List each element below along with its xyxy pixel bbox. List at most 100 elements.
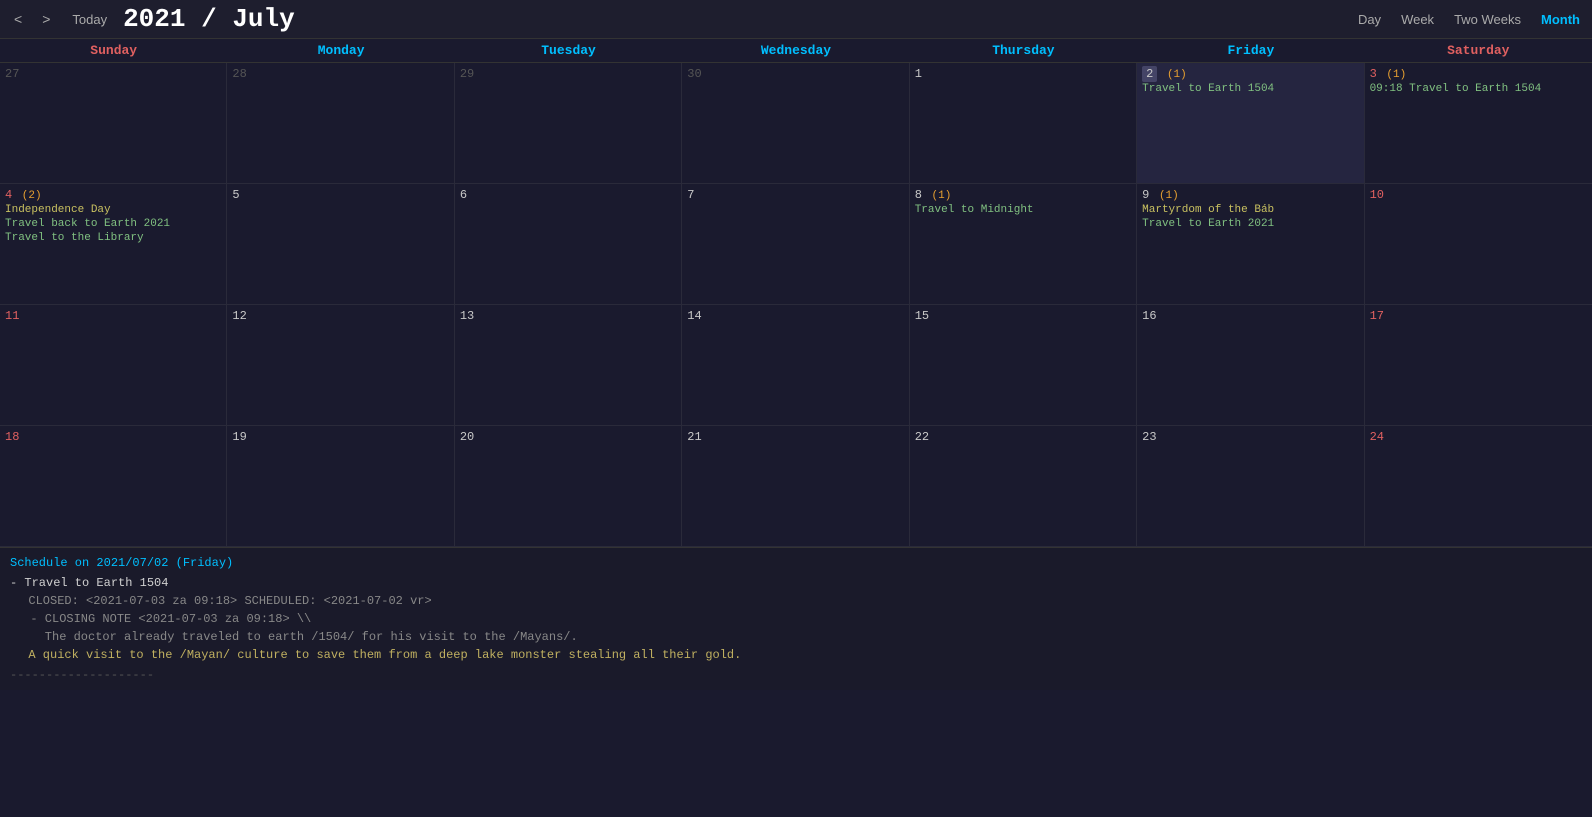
day-headers: Sunday Monday Tuesday Wednesday Thursday… xyxy=(0,39,1592,63)
day-num: 30 xyxy=(687,67,701,81)
event-travel-earth-1504-fri[interactable]: Travel to Earth 1504 xyxy=(1142,83,1358,95)
day-num: 11 xyxy=(5,309,19,323)
day-num: 14 xyxy=(687,309,701,323)
header-tuesday: Tuesday xyxy=(455,39,682,62)
event-travel-back-earth-2021[interactable]: Travel back to Earth 2021 xyxy=(5,218,221,230)
day-cell-jul10[interactable]: 10 xyxy=(1365,184,1592,304)
day-cell-jun30[interactable]: 30 xyxy=(682,63,909,183)
badi-num: (1) xyxy=(1152,190,1178,202)
title-separator: / xyxy=(186,4,233,34)
day-cell-jun28[interactable]: 28 xyxy=(227,63,454,183)
day-cell-jul14[interactable]: 14 xyxy=(682,305,909,425)
day-num: 16 xyxy=(1142,309,1156,323)
day-cell-jul20[interactable]: 20 xyxy=(455,426,682,546)
week-row-4: 18 19 20 21 22 23 24 xyxy=(0,426,1592,547)
view-day-button[interactable]: Day xyxy=(1354,10,1385,29)
day-cell-jul3[interactable]: 3 (1) 09:18 Travel to Earth 1504 xyxy=(1365,63,1592,183)
day-num: 4 xyxy=(5,188,12,202)
schedule-item-meta: CLOSED: <2021-07-03 za 09:18> SCHEDULED:… xyxy=(14,594,1582,608)
calendar-title: 2021 / July xyxy=(123,4,295,34)
day-num: 23 xyxy=(1142,430,1156,444)
schedule-item-note: - CLOSING NOTE <2021-07-03 za 09:18> \\ xyxy=(16,612,1582,626)
day-num: 2 xyxy=(1142,66,1157,82)
badi-num: (1) xyxy=(925,190,951,202)
day-num: 3 xyxy=(1370,67,1377,81)
day-cell-jul8[interactable]: 8 (1) Travel to Midnight xyxy=(910,184,1137,304)
day-num: 28 xyxy=(232,67,246,81)
day-num: 15 xyxy=(915,309,929,323)
day-num: 18 xyxy=(5,430,19,444)
day-cell-jul1[interactable]: 1 xyxy=(910,63,1137,183)
today-button[interactable]: Today xyxy=(64,10,115,29)
day-num: 10 xyxy=(1370,188,1384,202)
day-num: 9 xyxy=(1142,188,1149,202)
day-cell-jul7[interactable]: 7 xyxy=(682,184,909,304)
day-num: 6 xyxy=(460,188,467,202)
schedule-item-title: - Travel to Earth 1504 xyxy=(10,576,1582,590)
week-row-1: 27 28 29 30 1 2 (1) Travel to Earth 1504… xyxy=(0,63,1592,184)
day-cell-jul15[interactable]: 15 xyxy=(910,305,1137,425)
week-row-3: 11 12 13 14 15 16 17 xyxy=(0,305,1592,426)
day-cell-jul5[interactable]: 5 xyxy=(227,184,454,304)
day-cell-jul4[interactable]: 4 (2) Independence Day Travel back to Ea… xyxy=(0,184,227,304)
header-sunday: Sunday xyxy=(0,39,227,62)
header-thursday: Thursday xyxy=(910,39,1137,62)
calendar-header: < > Today 2021 / July Day Week Two Weeks… xyxy=(0,0,1592,39)
day-cell-jul17[interactable]: 17 xyxy=(1365,305,1592,425)
day-cell-jul21[interactable]: 21 xyxy=(682,426,909,546)
day-cell-jul24[interactable]: 24 xyxy=(1365,426,1592,546)
day-cell-jul11[interactable]: 11 xyxy=(0,305,227,425)
calendar: Sunday Monday Tuesday Wednesday Thursday… xyxy=(0,39,1592,547)
schedule-item-desc: A quick visit to the /Mayan/ culture to … xyxy=(14,648,1582,662)
badi-num: (1) xyxy=(1160,69,1186,81)
day-cell-jul23[interactable]: 23 xyxy=(1137,426,1364,546)
day-cell-jul18[interactable]: 18 xyxy=(0,426,227,546)
week-row-2: 4 (2) Independence Day Travel back to Ea… xyxy=(0,184,1592,305)
header-left: < > Today 2021 / July xyxy=(8,4,295,34)
day-cell-jul6[interactable]: 6 xyxy=(455,184,682,304)
day-num: 20 xyxy=(460,430,474,444)
event-travel-earth-2021[interactable]: Travel to Earth 2021 xyxy=(1142,218,1358,230)
header-saturday: Saturday xyxy=(1365,39,1592,62)
day-cell-jul9[interactable]: 9 (1) Martyrdom of the Báb Travel to Ear… xyxy=(1137,184,1364,304)
event-independence-day[interactable]: Independence Day xyxy=(5,204,221,216)
day-cell-jul16[interactable]: 16 xyxy=(1137,305,1364,425)
schedule-panel: Schedule on 2021/07/02 (Friday) - Travel… xyxy=(0,547,1592,690)
event-martyrdom-bab[interactable]: Martyrdom of the Báb xyxy=(1142,204,1358,216)
prev-button[interactable]: < xyxy=(8,9,28,29)
day-num: 13 xyxy=(460,309,474,323)
day-num: 17 xyxy=(1370,309,1384,323)
header-monday: Monday xyxy=(227,39,454,62)
day-num: 1 xyxy=(915,67,922,81)
day-num: 12 xyxy=(232,309,246,323)
day-num: 27 xyxy=(5,67,19,81)
schedule-item-note2: The doctor already traveled to earth /15… xyxy=(16,630,1582,644)
title-year: 2021 xyxy=(123,4,185,34)
view-month-button[interactable]: Month xyxy=(1537,10,1584,29)
day-cell-jul12[interactable]: 12 xyxy=(227,305,454,425)
day-cell-jun27[interactable]: 27 xyxy=(0,63,227,183)
schedule-date-line: Schedule on 2021/07/02 (Friday) xyxy=(10,556,1582,570)
day-cell-jul2[interactable]: 2 (1) Travel to Earth 1504 xyxy=(1137,63,1364,183)
day-num: 8 xyxy=(915,188,922,202)
event-travel-midnight[interactable]: Travel to Midnight xyxy=(915,204,1131,216)
header-friday: Friday xyxy=(1137,39,1364,62)
day-cell-jun29[interactable]: 29 xyxy=(455,63,682,183)
view-buttons: Day Week Two Weeks Month xyxy=(1354,10,1584,29)
schedule-item-title-text: - Travel to Earth 1504 xyxy=(10,576,168,590)
day-cell-jul22[interactable]: 22 xyxy=(910,426,1137,546)
event-travel-library[interactable]: Travel to the Library xyxy=(5,232,221,244)
event-travel-earth-1504-sat[interactable]: 09:18 Travel to Earth 1504 xyxy=(1370,83,1587,95)
view-twoweeks-button[interactable]: Two Weeks xyxy=(1450,10,1525,29)
day-num: 5 xyxy=(232,188,239,202)
day-num: 7 xyxy=(687,188,694,202)
next-button[interactable]: > xyxy=(36,9,56,29)
day-cell-jul13[interactable]: 13 xyxy=(455,305,682,425)
view-week-button[interactable]: Week xyxy=(1397,10,1438,29)
badi-num: (1) xyxy=(1380,69,1406,81)
header-wednesday: Wednesday xyxy=(682,39,909,62)
badi-num: (2) xyxy=(15,190,41,202)
day-cell-jul19[interactable]: 19 xyxy=(227,426,454,546)
day-num: 29 xyxy=(460,67,474,81)
day-num: 19 xyxy=(232,430,246,444)
